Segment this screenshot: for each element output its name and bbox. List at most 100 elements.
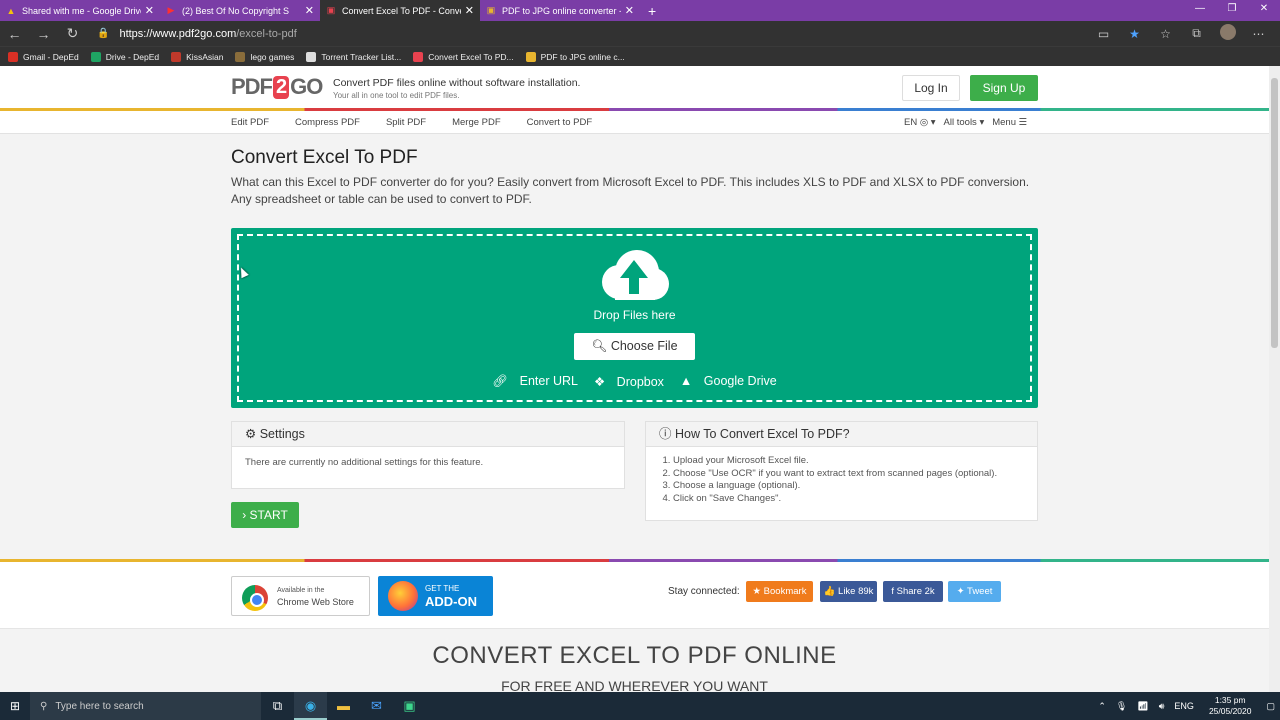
tray-chevron-icon[interactable]: ⌃: [1098, 701, 1106, 712]
nav-compress-pdf[interactable]: Compress PDF: [295, 117, 360, 128]
howto-panel: ⓘ How To Convert Excel To PDF? Upload yo…: [645, 421, 1038, 521]
bookmark-gmail[interactable]: Gmail - DepEd: [8, 51, 79, 62]
language-selector[interactable]: EN ◎ ▾: [904, 117, 936, 128]
upload-sources: 🔗︎ Enter URL ❖ Dropbox ▲ Google Drive: [231, 374, 1038, 389]
chrome-icon: [242, 585, 268, 611]
refresh-icon[interactable]: ↻: [58, 25, 87, 42]
nav-convert-to-pdf[interactable]: Convert to PDF: [527, 117, 592, 128]
task-view-icon[interactable]: ⧉: [261, 692, 294, 720]
favorite-star-icon[interactable]: ★: [1119, 27, 1150, 41]
choose-file-button[interactable]: 🔍︎ Choose File: [574, 333, 695, 360]
kissasian-icon: [171, 51, 182, 62]
firefox-addon-badge[interactable]: GET THE ADD-ON: [378, 576, 493, 616]
bookmark-torrent[interactable]: Torrent Tracker List...: [306, 51, 401, 62]
volume-icon[interactable]: 🔊︎: [1159, 701, 1165, 712]
scrollbar-thumb[interactable]: [1271, 78, 1278, 348]
login-button[interactable]: Log In: [902, 75, 960, 101]
url-field[interactable]: 🔒 https://www.pdf2go.com/excel-to-pdf: [97, 28, 297, 40]
microphone-icon[interactable]: 🎙︎: [1116, 701, 1127, 712]
source-label: Dropbox: [616, 375, 664, 389]
file-explorer-icon[interactable]: ▬: [327, 692, 360, 720]
logo-text-two: 2: [273, 75, 290, 99]
favorites-icon[interactable]: ☆: [1150, 27, 1181, 41]
tab-youtube[interactable]: ▶ (2) Best Of No Copyright S ✕: [160, 0, 320, 21]
drive-icon: [90, 51, 101, 62]
howto-step: Choose "Use OCR" if you want to extract …: [673, 468, 1024, 481]
more-icon[interactable]: ⋯: [1243, 27, 1274, 41]
close-tab-icon[interactable]: ✕: [465, 4, 474, 17]
settings-panel: ⚙ Settings There are currently no additi…: [231, 421, 625, 489]
close-tab-icon[interactable]: ✕: [625, 4, 634, 17]
howto-step: Choose a language (optional).: [673, 480, 1024, 493]
bookmark-convert-excel[interactable]: Convert Excel To PD...: [413, 51, 514, 62]
facebook-like-button[interactable]: 👍 Like 89k: [820, 581, 877, 602]
back-icon[interactable]: ←: [0, 26, 29, 42]
nav-edit-pdf[interactable]: Edit PDF: [231, 117, 269, 128]
windows-start-icon[interactable]: ⊞: [0, 699, 30, 713]
firefox-badge-small: GET THE: [425, 584, 460, 593]
bookmark-kissasian[interactable]: KissAsian: [171, 51, 223, 62]
settings-header[interactable]: ⚙ Settings: [232, 422, 624, 447]
bookmark-button[interactable]: ★ Bookmark: [746, 581, 813, 602]
drive-icon: ▲: [6, 5, 16, 16]
bookmark-label: Convert Excel To PD...: [428, 51, 514, 62]
restore-icon[interactable]: ❐: [1216, 0, 1248, 21]
close-window-icon[interactable]: ✕: [1248, 0, 1280, 21]
file-drop-zone[interactable]: Drop Files here 🔍︎ Choose File 🔗︎ Enter …: [231, 228, 1038, 408]
reader-view-icon[interactable]: ▭: [1088, 27, 1119, 41]
page-scrollbar[interactable]: [1269, 66, 1280, 692]
close-tab-icon[interactable]: ✕: [145, 4, 154, 17]
bookmarks-bar: Gmail - DepEd Drive - DepEd KissAsian le…: [0, 46, 1280, 66]
tab-google-drive[interactable]: ▲ Shared with me - Google Drive ✕: [0, 0, 160, 21]
mail-icon[interactable]: ✉: [360, 692, 393, 720]
enter-url-button[interactable]: 🔗︎ Enter URL: [488, 374, 582, 389]
bookmark-drive[interactable]: Drive - DepEd: [90, 51, 159, 62]
new-tab-button[interactable]: +: [640, 0, 664, 21]
forward-icon[interactable]: →: [29, 26, 58, 42]
logo-text-left: PDF: [231, 74, 273, 99]
bookmark-pdf-to-jpg[interactable]: PDF to JPG online c...: [525, 51, 625, 62]
choose-file-label: Choose File: [610, 339, 678, 353]
firefox-icon: [388, 581, 418, 611]
bookmark-label: PDF to JPG online c...: [540, 51, 625, 62]
pdf2go-icon: ▣: [486, 5, 496, 15]
close-tab-icon[interactable]: ✕: [305, 4, 314, 17]
chrome-web-store-badge[interactable]: Available in the Chrome Web Store: [231, 576, 370, 616]
site-header: PDF 2 GO Convert PDF files online without …: [0, 66, 1269, 108]
google-drive-button[interactable]: ▲ Google Drive: [676, 374, 781, 389]
all-tools-dropdown[interactable]: All tools ▾: [944, 117, 985, 128]
tab-pdf-to-jpg[interactable]: ▣ PDF to JPG online converter - Co ✕: [480, 0, 640, 21]
minimize-icon[interactable]: —: [1184, 0, 1216, 21]
dropbox-button[interactable]: ❖ Dropbox: [590, 374, 668, 389]
stay-connected-label: Stay connected:: [668, 586, 740, 597]
language-indicator[interactable]: ENG: [1174, 701, 1194, 711]
pdf2go-logo[interactable]: PDF 2 GO: [231, 72, 323, 102]
bookmark-lego[interactable]: lego games: [235, 51, 294, 62]
clock-time: 1:35 pm: [1214, 695, 1246, 705]
notifications-icon[interactable]: ▢: [1266, 701, 1275, 712]
section-title: CONVERT EXCEL TO PDF ONLINE: [432, 642, 837, 669]
howto-steps: Upload your Microsoft Excel file. Choose…: [659, 455, 1024, 505]
chrome-badge-big: Chrome Web Store: [277, 597, 354, 607]
signup-button[interactable]: Sign Up: [970, 75, 1038, 101]
tweet-button[interactable]: ✦ Tweet: [948, 581, 1001, 602]
lego-icon: [235, 51, 246, 62]
tab-convert-excel[interactable]: ▣ Convert Excel To PDF - Convert y ✕: [320, 0, 480, 21]
menu-button[interactable]: Menu ☰: [992, 117, 1027, 128]
facebook-share-button[interactable]: f Share 2k: [883, 581, 943, 602]
nav-split-pdf[interactable]: Split PDF: [386, 117, 426, 128]
taskbar-search[interactable]: ⚲ Type here to search: [30, 692, 261, 720]
page-title: Convert Excel To PDF: [231, 147, 418, 168]
edge-icon[interactable]: ◉: [294, 692, 327, 720]
pdf2go-icon: [525, 51, 536, 62]
nav-merge-pdf[interactable]: Merge PDF: [452, 117, 501, 128]
lock-icon: 🔒: [97, 28, 110, 39]
collections-icon[interactable]: ⧉: [1181, 26, 1212, 41]
clock[interactable]: 1:35 pm 25/05/2020: [1209, 695, 1252, 717]
profile-avatar[interactable]: [1212, 24, 1243, 43]
tab-title: Convert Excel To PDF - Convert y: [342, 5, 461, 16]
drop-files-text: Drop Files here: [593, 308, 676, 322]
app-icon[interactable]: ▣: [393, 692, 426, 720]
network-icon[interactable]: 📶︎: [1137, 701, 1148, 712]
start-button[interactable]: › START: [231, 502, 299, 528]
